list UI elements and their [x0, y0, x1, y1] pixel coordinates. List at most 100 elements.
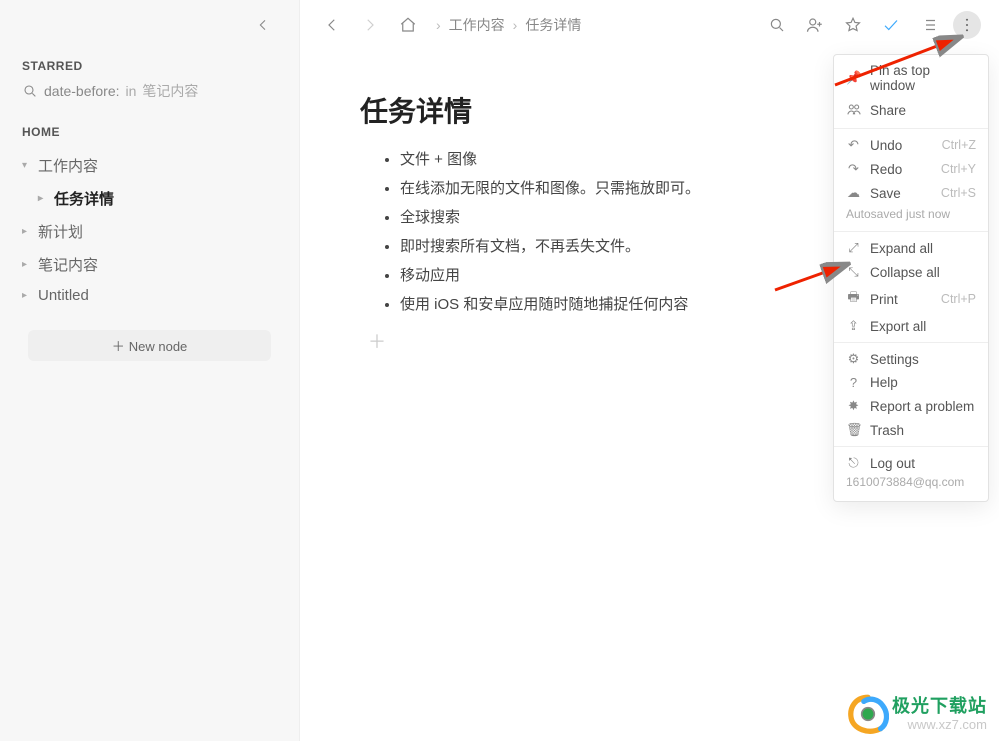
starred-section-label: STARRED	[0, 41, 299, 79]
menu-label: Trash	[870, 423, 976, 438]
menu-separator	[834, 231, 988, 232]
menu-label: Settings	[870, 352, 976, 367]
breadcrumb-sep: ›	[436, 17, 441, 33]
menu-separator	[834, 446, 988, 447]
new-node-label: New node	[129, 339, 188, 354]
search-query-text: date-before:	[44, 83, 120, 99]
breadcrumb-item[interactable]: 工作内容	[449, 15, 505, 35]
more-vertical-icon	[958, 16, 976, 34]
sidebar: STARRED date-before: in 笔记内容 HOME 工作内容 任…	[0, 0, 300, 741]
breadcrumb: › 工作内容 › 任务详情	[436, 15, 581, 35]
menu-undo[interactable]: ↶ Undo Ctrl+Z	[834, 133, 988, 157]
user-email: 1610073884@qq.com	[834, 475, 988, 497]
menu-label: Report a problem	[870, 399, 976, 414]
undo-icon: ↶	[846, 137, 861, 153]
redo-icon: ↷	[846, 161, 861, 177]
nav-forward-button[interactable]	[356, 11, 384, 39]
topbar: › 工作内容 › 任务详情	[300, 0, 999, 50]
chevron-right-icon	[22, 259, 32, 270]
chevron-down-icon	[22, 160, 32, 171]
done-button[interactable]	[877, 11, 905, 39]
menu-share[interactable]: Share	[834, 97, 988, 124]
tree-item-label: 笔记内容	[38, 254, 98, 275]
search-in-target: 笔记内容	[142, 81, 198, 101]
add-user-button[interactable]	[801, 11, 829, 39]
logout-icon: ⎋	[846, 455, 861, 471]
tree-item-label: Untitled	[38, 287, 89, 304]
pin-icon: 📌	[846, 70, 861, 86]
export-icon: ⇪	[846, 318, 861, 334]
menu-shortcut: Ctrl+P	[941, 292, 976, 306]
gear-icon: ⚙	[846, 351, 861, 367]
collapse-icon: ⤡	[846, 264, 861, 280]
sidebar-search[interactable]: date-before: in 笔记内容	[0, 79, 299, 107]
menu-trash[interactable]: 🗑 Trash	[834, 418, 988, 442]
search-icon	[768, 16, 786, 34]
tree-item-untitled[interactable]: Untitled	[8, 281, 291, 310]
breadcrumb-item[interactable]: 任务详情	[525, 15, 581, 35]
main-area: › 工作内容 › 任务详情 任务详情 文件 + 图像 在线添加无限的文件和图像。…	[300, 0, 999, 741]
menu-label: Undo	[870, 138, 933, 153]
chevron-right-icon	[38, 193, 48, 204]
menu-report[interactable]: ✸ Report a problem	[834, 394, 988, 418]
autosave-note: Autosaved just now	[834, 205, 988, 227]
menu-shortcut: Ctrl+Y	[941, 162, 976, 176]
star-button[interactable]	[839, 11, 867, 39]
menu-label: Pin as top window	[870, 63, 976, 93]
star-icon	[844, 16, 862, 34]
menu-expand-all[interactable]: ⤢ Expand all	[834, 236, 988, 260]
menu-collapse-all[interactable]: ⤡ Collapse all	[834, 260, 988, 284]
bug-icon: ✸	[846, 398, 861, 414]
tree-item-work[interactable]: 工作内容	[8, 149, 291, 182]
menu-save[interactable]: ☁ Save Ctrl+S	[834, 181, 988, 205]
more-menu-dropdown: 📌 Pin as top window Share ↶ Undo Ctrl+Z …	[833, 54, 989, 502]
menu-shortcut: Ctrl+S	[941, 186, 976, 200]
menu-label: Save	[870, 186, 932, 201]
menu-print[interactable]: 🖶 Print Ctrl+P	[834, 284, 988, 314]
more-menu-button[interactable]	[953, 11, 981, 39]
menu-separator	[834, 342, 988, 343]
home-section-label: HOME	[0, 107, 299, 145]
chevron-left-icon	[323, 16, 341, 34]
trash-icon: 🗑	[846, 422, 861, 438]
print-icon: 🖶	[846, 288, 861, 310]
add-user-icon	[806, 16, 824, 34]
list-icon	[920, 16, 938, 34]
nav-home-button[interactable]	[394, 11, 422, 39]
nav-back-button[interactable]	[318, 11, 346, 39]
list-button[interactable]	[915, 11, 943, 39]
menu-logout[interactable]: ⎋ Log out	[834, 451, 988, 475]
tree-item-notes[interactable]: 笔记内容	[8, 248, 291, 281]
menu-label: Help	[870, 375, 976, 390]
tree-item-task-detail[interactable]: 任务详情	[8, 182, 291, 215]
tree-item-label: 新计划	[38, 221, 83, 242]
collapse-sidebar-button[interactable]	[249, 14, 277, 41]
arrow-left-icon	[255, 17, 271, 33]
menu-label: Expand all	[870, 241, 976, 256]
menu-label: Collapse all	[870, 265, 976, 280]
menu-label: Log out	[870, 456, 976, 471]
check-icon	[882, 16, 900, 34]
tree-item-label: 工作内容	[38, 155, 98, 176]
menu-help[interactable]: ? Help	[834, 371, 988, 394]
menu-settings[interactable]: ⚙ Settings	[834, 347, 988, 371]
menu-label: Redo	[870, 162, 932, 177]
menu-label: Export all	[870, 319, 976, 334]
menu-pin[interactable]: 📌 Pin as top window	[834, 59, 988, 97]
search-icon	[22, 83, 38, 99]
menu-label: Share	[870, 103, 976, 118]
home-icon	[399, 16, 417, 34]
save-icon: ☁	[846, 185, 861, 201]
search-button[interactable]	[763, 11, 791, 39]
share-icon	[846, 101, 861, 120]
new-node-button[interactable]: ＋New node	[28, 330, 271, 361]
chevron-right-icon	[22, 290, 32, 301]
chevron-right-icon	[361, 16, 379, 34]
menu-export[interactable]: ⇪ Export all	[834, 314, 988, 338]
tree-item-new-plan[interactable]: 新计划	[8, 215, 291, 248]
help-icon: ?	[846, 375, 861, 390]
menu-redo[interactable]: ↷ Redo Ctrl+Y	[834, 157, 988, 181]
menu-label: Print	[870, 292, 932, 307]
chevron-right-icon	[22, 226, 32, 237]
sidebar-tree: 工作内容 任务详情 新计划 笔记内容 Untitled	[0, 145, 299, 310]
